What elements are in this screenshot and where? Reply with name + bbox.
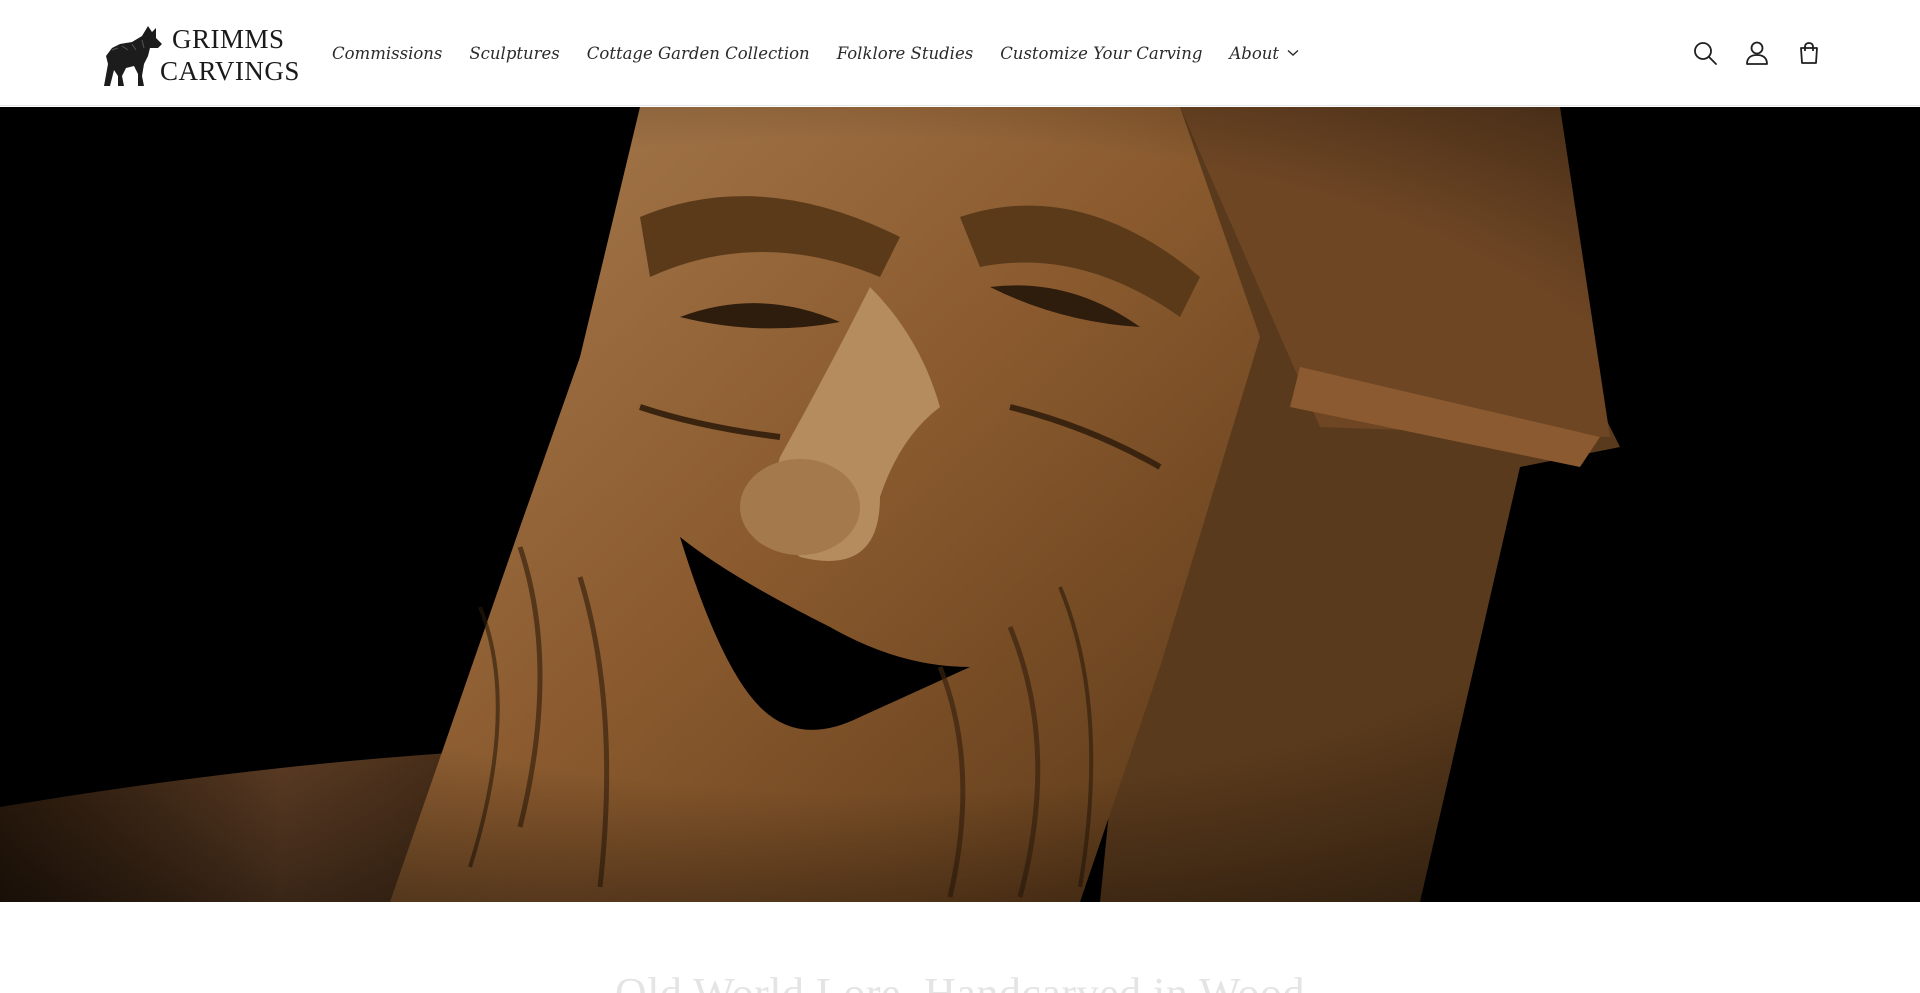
search-icon[interactable] [1692,40,1718,66]
nav-item-folklore-studies[interactable]: Folklore Studies [837,44,974,63]
brand-logo[interactable]: GRIMMS CARVINGS [98,20,299,90]
site-header: GRIMMS CARVINGS Commissions Sculptures C… [0,0,1920,106]
main-nav: Commissions Sculptures Cottage Garden Co… [332,38,1326,68]
nav-item-about-label: About [1229,43,1280,63]
chevron-down-icon [1287,49,1299,56]
brand-name: GRIMMS CARVINGS [160,23,300,87]
nav-item-sculptures[interactable]: Sculptures [469,44,559,63]
nav-item-customize-your-carving[interactable]: Customize Your Carving [1000,44,1202,63]
hero-image-carved-face [0,107,1920,902]
intro-section: Old World Lore, Handcarved in Wood [0,902,1920,993]
brand-line-2: CARVINGS [160,56,300,86]
nav-item-commissions[interactable]: Commissions [332,44,442,63]
brand-line-1: GRIMMS [172,24,285,54]
nav-item-about[interactable]: About [1229,44,1299,63]
header-actions [1692,36,1822,70]
nav-item-cottage-garden-collection[interactable]: Cottage Garden Collection [587,44,810,63]
section-heading: Old World Lore, Handcarved in Wood [0,968,1920,993]
account-icon[interactable] [1744,40,1770,66]
cart-icon[interactable] [1796,40,1822,66]
hero-banner [0,107,1920,902]
